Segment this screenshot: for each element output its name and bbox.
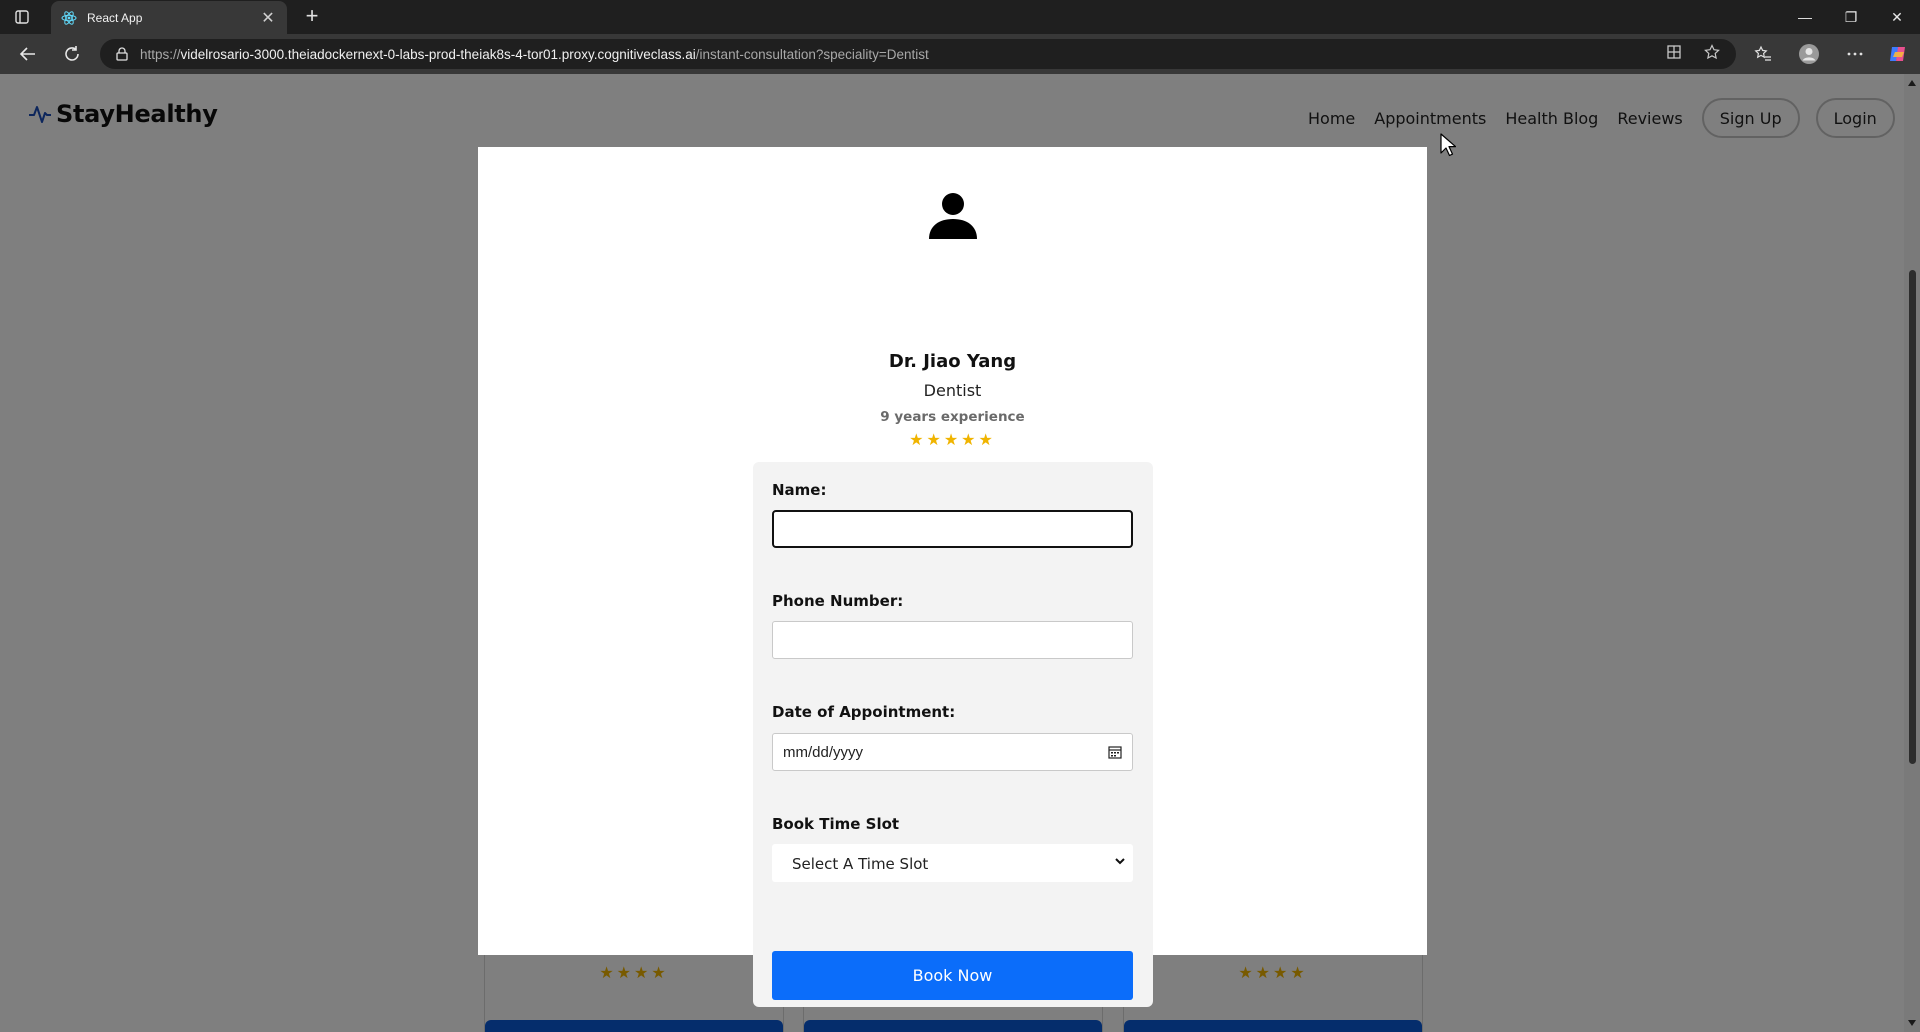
consultation-modal: Dr. Jiao Yang Dentist 9 years experience… (478, 147, 1427, 1007)
address-field[interactable]: https://videlrosario-3000.theiadockernex… (100, 39, 1736, 69)
doctor-speciality: Dentist (923, 381, 982, 400)
page-scrollbar[interactable] (1904, 74, 1920, 1032)
calendar-icon[interactable] (1108, 745, 1122, 759)
reload-icon[interactable] (58, 42, 86, 66)
url-text: https://videlrosario-3000.theiadockernex… (140, 46, 929, 62)
more-menu-icon[interactable] (1841, 42, 1869, 66)
close-tab-icon[interactable]: ✕ (259, 8, 277, 28)
time-slot-label: Book Time Slot (772, 815, 900, 833)
date-input[interactable]: mm/dd/yyyy (772, 733, 1133, 771)
favorites-icon[interactable] (1749, 42, 1777, 66)
profile-avatar[interactable] (1795, 42, 1823, 66)
date-label: Date of Appointment: (772, 703, 956, 721)
doctor-rating-stars: ★★★★★ (909, 432, 996, 449)
doctor-name: Dr. Jiao Yang (888, 351, 1017, 372)
scroll-up-icon[interactable] (1908, 80, 1916, 86)
doctor-experience: 9 years experience (880, 409, 1025, 425)
page-viewport: StayHealthy Home Appointments Health Blo… (0, 74, 1920, 1032)
browser-tab[interactable]: React App ✕ (51, 1, 287, 34)
book-now-button[interactable]: Book Now (772, 951, 1133, 1000)
scrollbar-thumb[interactable] (1909, 270, 1916, 764)
name-input[interactable] (772, 510, 1133, 548)
lock-icon (116, 47, 128, 61)
close-window-icon[interactable]: ✕ (1874, 0, 1920, 34)
mouse-cursor-icon (1440, 133, 1456, 157)
app-available-icon[interactable] (1666, 44, 1682, 60)
time-slot-select[interactable]: Select A Time Slot (772, 844, 1133, 882)
appointment-form: Name: Phone Number: Date of Appointment:… (753, 462, 1153, 1007)
back-icon[interactable] (14, 42, 42, 66)
react-icon (61, 10, 77, 25)
favorite-star-icon[interactable] (1704, 44, 1720, 60)
name-label: Name: (772, 481, 827, 499)
phone-label: Phone Number: (772, 592, 904, 610)
copilot-icon[interactable] (1884, 42, 1912, 66)
tab-title: React App (87, 10, 143, 25)
chevron-down-icon (1115, 858, 1125, 865)
address-bar-row: https://videlrosario-3000.theiadockernex… (0, 34, 1920, 74)
scroll-down-icon[interactable] (1908, 1020, 1916, 1026)
time-slot-selected: Select A Time Slot (792, 855, 929, 873)
tab-actions-icon[interactable] (10, 7, 34, 27)
restore-icon[interactable]: ❐ (1828, 0, 1874, 34)
new-tab-icon[interactable]: + (300, 5, 324, 29)
doctor-avatar-icon (929, 193, 977, 239)
browser-tab-strip: React App ✕ + — ❐ ✕ (0, 0, 1920, 34)
date-placeholder: mm/dd/yyyy (783, 744, 864, 761)
phone-input[interactable] (772, 621, 1133, 659)
minimize-icon[interactable]: — (1782, 0, 1828, 34)
